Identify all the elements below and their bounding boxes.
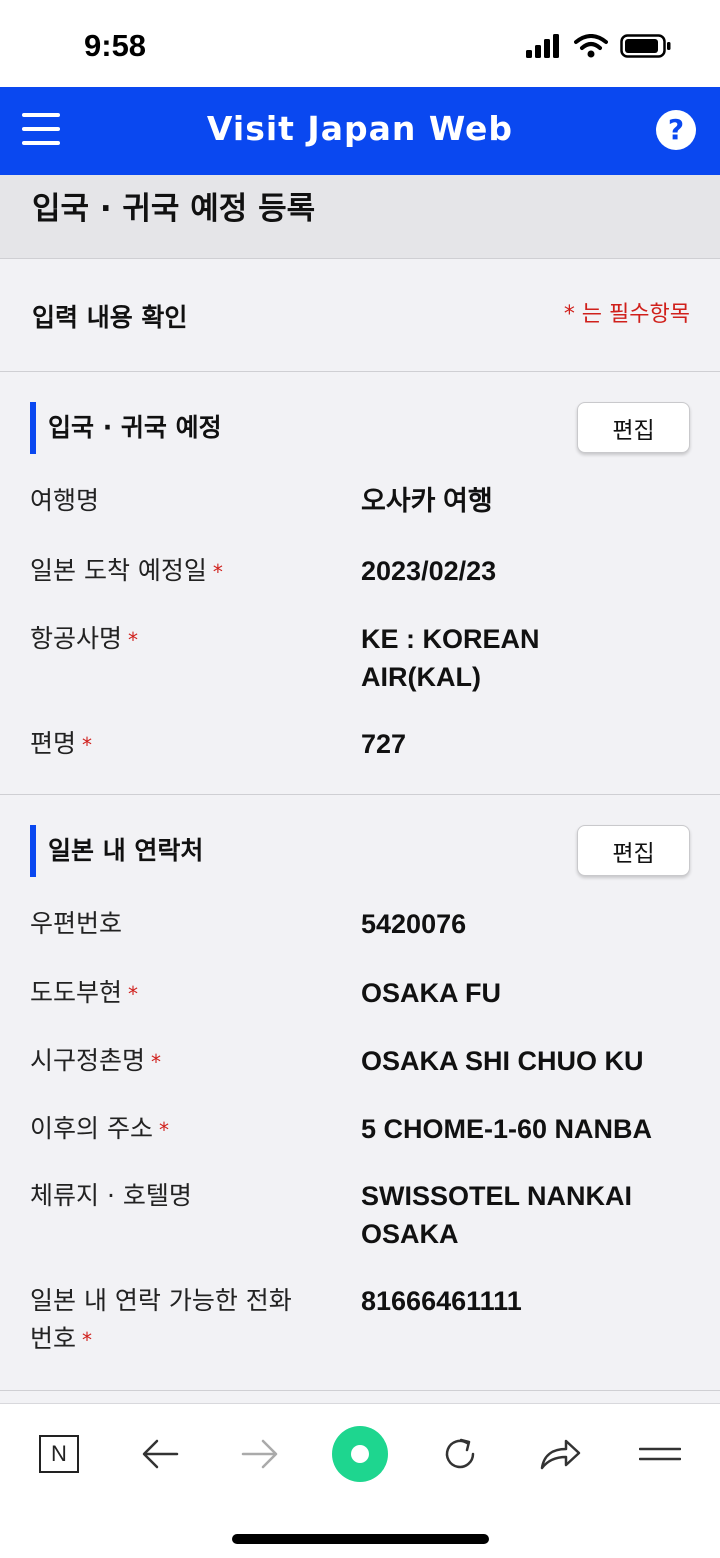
share-icon[interactable]	[530, 1426, 590, 1482]
required-mark: *	[128, 982, 139, 1006]
edit-schedule-button[interactable]: 편집	[577, 402, 690, 453]
field-value-trip-name: 오사카 여행	[361, 486, 493, 516]
wifi-icon	[574, 34, 608, 58]
naver-n-icon[interactable]: N	[29, 1426, 89, 1482]
signal-icon	[526, 34, 559, 58]
field-value-flight-number: 727	[361, 729, 407, 759]
confirm-label: 입력 내용 확인	[32, 303, 188, 332]
required-mark: *	[82, 733, 93, 757]
page-heading-area: 입국 · 귀국 예정 등록	[0, 175, 720, 259]
status-time: 9:58	[84, 28, 147, 63]
field-label-prefecture: 도도부현 *	[30, 978, 139, 1007]
required-mark: *	[82, 1328, 93, 1352]
section-header: 입국 · 귀국 예정	[30, 402, 222, 454]
field-value-city: OSAKA SHI CHUO KU	[361, 1046, 644, 1076]
page-title: 입국 · 귀국 예정 등록	[32, 191, 316, 227]
field-label-address: 이후의 주소 *	[30, 1114, 169, 1143]
field-label-arrival-date: 일본 도착 예정일 *	[30, 556, 223, 585]
field-value-airline: KE : KOREAN AIR(KAL)	[361, 624, 540, 692]
refresh-icon[interactable]	[430, 1426, 490, 1482]
field-label-postal-code: 우편번호	[30, 909, 123, 938]
section-schedule: 입국 · 귀국 예정 편집 여행명 오사카 여행 일본 도착 예정일 * 2023…	[0, 372, 720, 795]
confirm-row: 입력 내용 확인 * 는 필수항목	[0, 260, 720, 372]
field-label-hotel: 체류지 · 호텔명	[30, 1181, 192, 1210]
app-header: Visit Japan Web ?	[0, 87, 720, 175]
section-title: 입국 · 귀국 예정	[48, 413, 222, 442]
required-mark: *	[151, 1050, 162, 1074]
field-value-phone: 81666461111	[361, 1286, 522, 1316]
edit-contact-button[interactable]: 편집	[577, 825, 690, 876]
field-value-hotel: SWISSOTEL NANKAI OSAKA	[361, 1181, 633, 1249]
required-mark: *	[158, 1118, 169, 1142]
field-value-arrival-date: 2023/02/23	[361, 556, 497, 586]
menu-lines-icon[interactable]	[630, 1426, 690, 1482]
status-icons	[526, 34, 672, 58]
help-icon[interactable]: ?	[656, 110, 696, 150]
battery-icon	[620, 34, 671, 58]
green-circle-icon[interactable]	[330, 1426, 390, 1482]
field-value-address: 5 CHOME-1-60 NANBA	[361, 1114, 653, 1144]
required-mark: *	[128, 628, 139, 652]
section-title: 일본 내 연락처	[48, 836, 204, 865]
status-bar: 9:58	[0, 0, 720, 87]
field-label-flight-number: 편명 *	[30, 729, 93, 758]
field-label-phone: 일본 내 연락 가능한 전화 번호 *	[30, 1286, 292, 1353]
required-note: * 는 필수항목	[563, 302, 690, 327]
browser-toolbar: N	[0, 1403, 720, 1558]
required-mark: *	[212, 560, 223, 584]
field-value-postal-code: 5420076	[361, 909, 467, 939]
field-value-prefecture: OSAKA FU	[361, 978, 501, 1008]
field-label-airline: 항공사명 *	[30, 624, 139, 653]
naver-n-label: N	[39, 1435, 79, 1473]
app-title: Visit Japan Web	[206, 109, 514, 148]
field-label-trip-name: 여행명	[30, 486, 100, 515]
forward-arrow-icon[interactable]	[230, 1426, 290, 1482]
back-arrow-icon[interactable]	[130, 1426, 190, 1482]
field-label-city: 시구정촌명 *	[30, 1046, 162, 1075]
home-indicator	[232, 1534, 489, 1544]
section-header: 일본 내 연락처	[30, 825, 203, 877]
section-contact: 일본 내 연락처 편집 우편번호 5420076 도도부현 * OSAKA FU …	[0, 795, 720, 1391]
